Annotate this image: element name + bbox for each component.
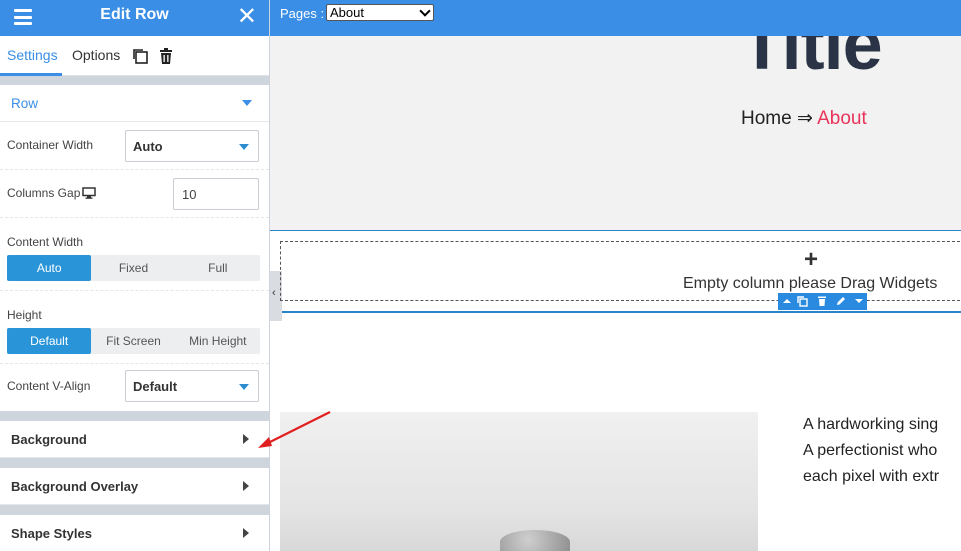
- content-width-row: Content Width Auto Fixed Full: [0, 218, 269, 291]
- pages-label: Pages :: [280, 6, 325, 21]
- section-shape-styles-header[interactable]: Shape Styles: [0, 515, 269, 551]
- content-width-auto[interactable]: Auto: [7, 255, 92, 281]
- active-tab-underline: [0, 73, 62, 76]
- section-row-header[interactable]: Row: [0, 85, 269, 122]
- chevron-down-icon: [239, 384, 249, 390]
- columns-gap-label: Columns Gap: [7, 186, 81, 200]
- move-up-icon[interactable]: [781, 295, 793, 307]
- breadcrumb-separator: ⇒: [796, 108, 813, 129]
- content-valign-value: Default: [133, 379, 178, 394]
- pages-select[interactable]: About: [326, 4, 434, 21]
- height-fit-screen[interactable]: Fit Screen: [91, 328, 175, 354]
- hero-section: Title Home ⇒ About: [270, 36, 961, 231]
- trash-icon[interactable]: [816, 295, 828, 307]
- section-row-label: Row: [11, 96, 39, 111]
- columns-gap-row: Columns Gap 10: [0, 170, 269, 218]
- chevron-down-icon: [239, 144, 249, 150]
- content-width-toggle: Auto Fixed Full: [7, 255, 260, 281]
- section-background-overlay-header[interactable]: Background Overlay: [0, 468, 269, 505]
- desktop-icon[interactable]: [82, 187, 96, 199]
- row-toolbar: [778, 293, 867, 310]
- tab-options[interactable]: Options: [72, 47, 120, 63]
- columns-gap-value: 10: [182, 187, 197, 202]
- close-icon[interactable]: ✕: [237, 4, 257, 30]
- duplicate-icon[interactable]: [796, 295, 808, 307]
- edit-row-panel: Edit Row ✕ Settings Options Row Containe…: [0, 0, 270, 551]
- chevron-left-icon: ‹: [272, 287, 276, 299]
- empty-column-message: Empty column please Drag Widgets: [683, 275, 938, 292]
- caret-down-icon[interactable]: [853, 295, 865, 307]
- chevron-down-icon: [419, 5, 431, 17]
- section-divider: [0, 76, 269, 85]
- container-width-select[interactable]: Auto: [125, 130, 259, 162]
- about-image: [280, 412, 758, 551]
- row-boundary-line: [282, 311, 961, 313]
- caret-right-icon: [243, 434, 249, 444]
- content-width-full[interactable]: Full: [176, 255, 260, 281]
- caret-right-icon: [243, 528, 249, 538]
- section-shape-styles-label: Shape Styles: [11, 526, 92, 541]
- height-label: Height: [7, 308, 42, 322]
- breadcrumb: Home ⇒ About: [741, 107, 867, 130]
- container-width-label: Container Width: [7, 138, 94, 152]
- panel-header: Edit Row ✕: [0, 0, 269, 36]
- content-valign-select[interactable]: Default: [125, 370, 259, 402]
- pages-selected-value: About: [330, 5, 364, 20]
- height-toggle: Default Fit Screen Min Height: [7, 328, 260, 354]
- section-divider: [0, 411, 269, 421]
- breadcrumb-current: About: [817, 108, 867, 129]
- empty-column-dropzone[interactable]: + Empty column please Drag Widgets: [280, 241, 961, 301]
- section-divider: [0, 458, 269, 468]
- bio-text: A hardworking sing A perfectionist who e…: [803, 412, 939, 490]
- section-background-overlay-label: Background Overlay: [11, 479, 139, 494]
- section-background-label: Background: [11, 432, 87, 447]
- content-valign-row: Content V-Align Default: [0, 364, 269, 411]
- columns-gap-input[interactable]: 10: [173, 178, 259, 210]
- height-min-height[interactable]: Min Height: [176, 328, 260, 354]
- content-valign-label: Content V-Align: [7, 379, 91, 393]
- content-width-label: Content Width: [7, 235, 84, 249]
- container-width-row: Container Width Auto: [0, 122, 269, 170]
- bio-line: A perfectionist who: [803, 442, 938, 459]
- tab-settings[interactable]: Settings: [7, 47, 58, 63]
- section-background-header[interactable]: Background: [0, 421, 269, 458]
- container-width-value: Auto: [133, 139, 163, 154]
- bio-line: A hardworking sing: [803, 416, 939, 433]
- pencil-icon[interactable]: [835, 295, 847, 307]
- annotation-arrow-icon: [258, 411, 331, 448]
- panel-tabs: Settings Options: [0, 36, 269, 76]
- section-divider: [0, 505, 269, 515]
- hero-title: Title: [740, 36, 883, 85]
- height-default[interactable]: Default: [7, 328, 92, 354]
- breadcrumb-home[interactable]: Home: [741, 108, 792, 129]
- height-row: Height Default Fit Screen Min Height: [0, 291, 269, 364]
- panel-title: Edit Row: [100, 6, 169, 23]
- bio-line: each pixel with extr: [803, 468, 940, 485]
- add-widget-icon[interactable]: +: [804, 246, 818, 274]
- content-width-fixed[interactable]: Fixed: [91, 255, 175, 281]
- duplicate-icon[interactable]: [131, 47, 149, 65]
- canvas-topbar: Pages : About: [270, 0, 961, 36]
- caret-down-icon: [242, 100, 252, 106]
- trash-icon[interactable]: [157, 47, 175, 65]
- image-subject: [500, 530, 570, 551]
- caret-right-icon: [243, 481, 249, 491]
- page-builder-root: Edit Row ✕ Settings Options Row Containe…: [0, 0, 961, 551]
